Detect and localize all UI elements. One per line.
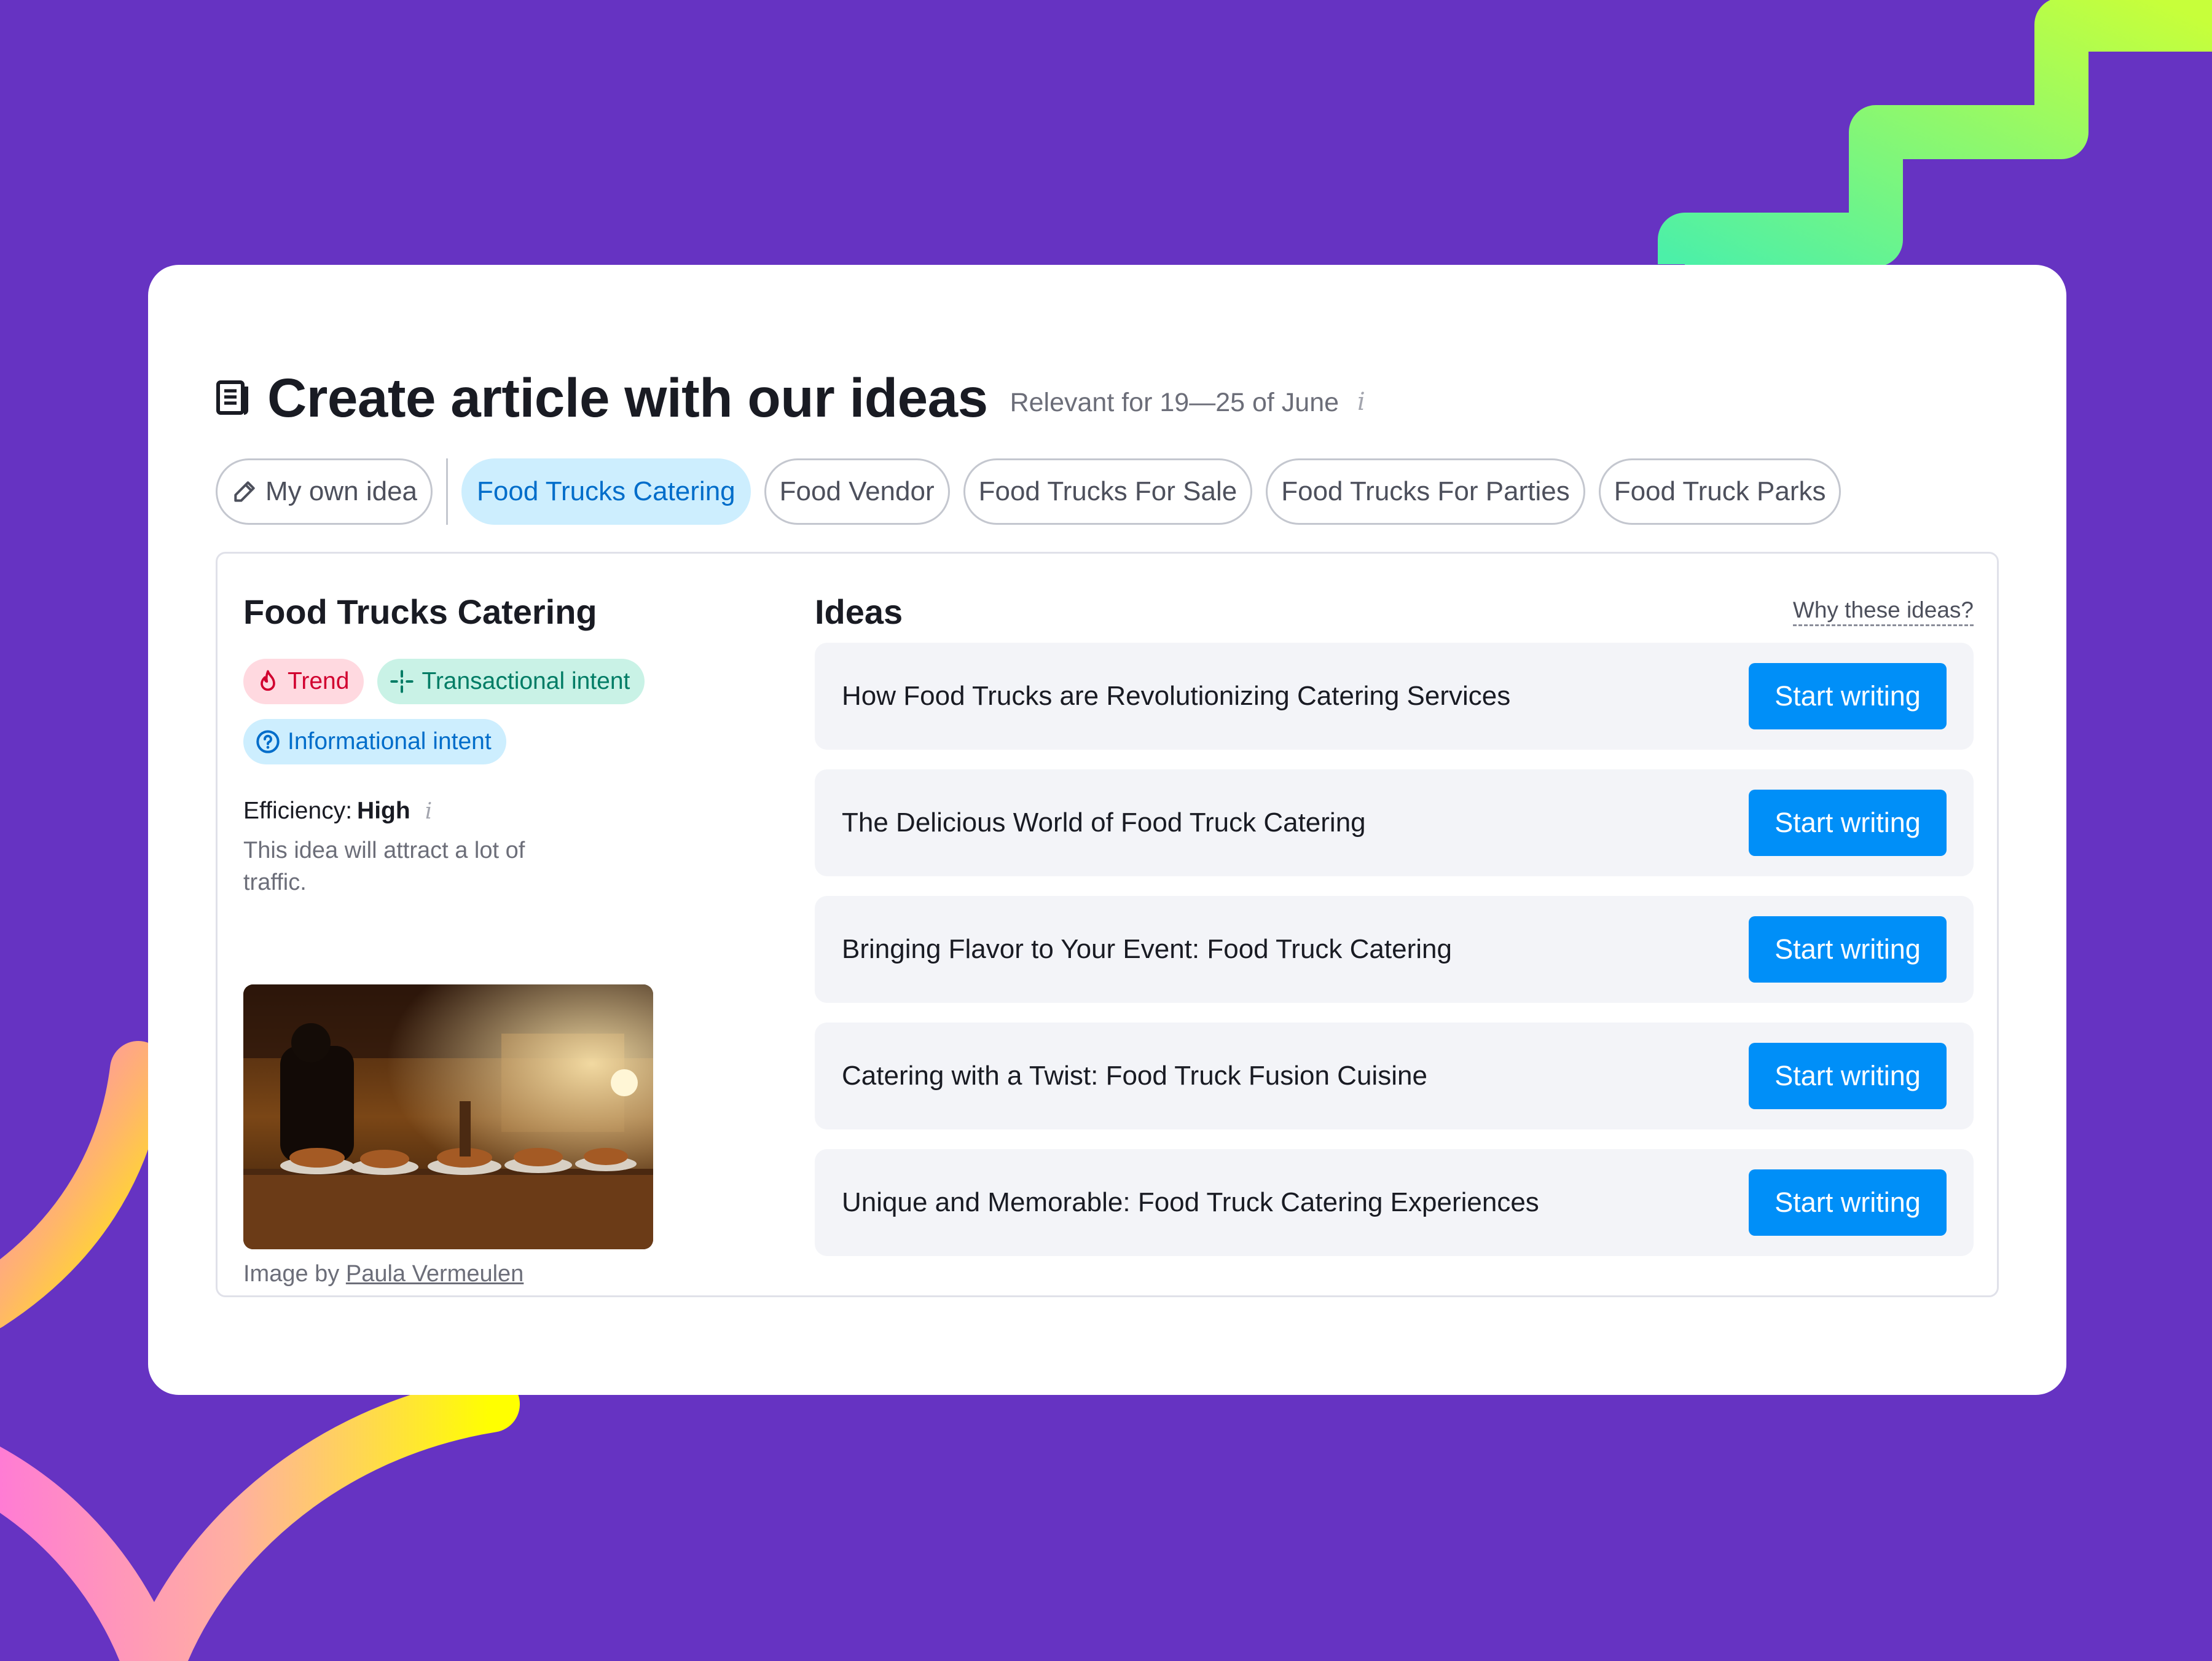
tab-divider xyxy=(446,458,449,525)
ideas-section: Ideas Why these ideas? How Food Trucks a… xyxy=(815,592,1974,1276)
image-credit: Image by Paula Vermeulen xyxy=(243,1261,524,1287)
ideas-panel: Food Trucks Catering Trend Transactional… xyxy=(216,552,1999,1297)
informational-intent-badge: Informational intent xyxy=(243,719,506,764)
tab-food-trucks-for-sale[interactable]: Food Trucks For Sale xyxy=(963,458,1253,525)
tab-label: Food Trucks Catering xyxy=(477,476,735,506)
idea-row: Unique and Memorable: Food Truck Caterin… xyxy=(815,1149,1974,1256)
credit-author-link[interactable]: Paula Vermeulen xyxy=(346,1261,524,1287)
keyword-tabs: My own idea Food Trucks Catering Food Ve… xyxy=(216,458,1854,525)
start-writing-button[interactable]: Start writing xyxy=(1749,663,1947,729)
document-icon xyxy=(216,380,248,415)
start-writing-button[interactable]: Start writing xyxy=(1749,916,1947,983)
tab-label: Food Vendor xyxy=(779,476,935,506)
question-circle-icon xyxy=(256,730,280,753)
create-article-card: Create article with our ideas Relevant f… xyxy=(148,265,2066,1395)
ideas-header: Ideas Why these ideas? xyxy=(815,592,1974,632)
efficiency-description: This idea will attract a lot of traffic. xyxy=(243,838,525,895)
idea-title: Bringing Flavor to Your Event: Food Truc… xyxy=(842,934,1452,964)
efficiency-label: Efficiency: xyxy=(243,798,353,824)
idea-title: How Food Trucks are Revolutionizing Cate… xyxy=(842,681,1511,711)
tab-food-trucks-for-parties[interactable]: Food Trucks For Parties xyxy=(1266,458,1585,525)
why-these-ideas-link[interactable]: Why these ideas? xyxy=(1792,597,1974,626)
info-icon[interactable]: i xyxy=(425,799,433,824)
idea-title: Catering with a Twist: Food Truck Fusion… xyxy=(842,1061,1427,1091)
tab-food-vendor[interactable]: Food Vendor xyxy=(764,458,950,525)
pencil-icon xyxy=(234,481,255,502)
info-icon[interactable]: i xyxy=(1357,388,1365,416)
idea-list: How Food Trucks are Revolutionizing Cate… xyxy=(815,643,1974,1256)
tab-food-trucks-catering[interactable]: Food Trucks Catering xyxy=(461,458,751,525)
swirl-decoration-left xyxy=(0,1041,167,1329)
page-title: Create article with our ideas xyxy=(267,367,988,428)
start-writing-button[interactable]: Start writing xyxy=(1749,790,1947,856)
keyword-title: Food Trucks Catering xyxy=(243,592,597,631)
tab-my-own-idea[interactable]: My own idea xyxy=(216,458,433,525)
crosshair-icon xyxy=(390,670,414,693)
idea-row: Catering with a Twist: Food Truck Fusion… xyxy=(815,1023,1974,1129)
stair-decoration xyxy=(1658,0,2212,267)
badge-label: Transactional intent xyxy=(422,668,630,694)
ideas-title: Ideas xyxy=(815,592,903,631)
tab-label: Food Truck Parks xyxy=(1614,476,1826,506)
flame-icon xyxy=(261,670,275,691)
idea-row: Bringing Flavor to Your Event: Food Truc… xyxy=(815,896,1974,1003)
start-writing-button[interactable]: Start writing xyxy=(1749,1169,1947,1236)
tab-label: Food Trucks For Parties xyxy=(1281,476,1570,506)
food-truck-photo xyxy=(243,984,653,1249)
start-writing-button[interactable]: Start writing xyxy=(1749,1043,1947,1109)
card-header: Create article with our ideas Relevant f… xyxy=(216,366,1365,430)
relevance-period: Relevant for 19—25 of June xyxy=(1010,388,1339,417)
idea-title: The Delicious World of Food Truck Cateri… xyxy=(842,807,1366,838)
idea-title: Unique and Memorable: Food Truck Caterin… xyxy=(842,1187,1539,1217)
transactional-intent-badge: Transactional intent xyxy=(377,659,645,704)
efficiency-value: High xyxy=(357,798,410,824)
tab-label: My own idea xyxy=(265,476,418,506)
badge-label: Informational intent xyxy=(288,728,492,755)
intent-badges: Trend Transactional intent Informational… xyxy=(243,659,710,779)
efficiency-row: Efficiency: High i xyxy=(243,798,735,825)
trend-badge: Trend xyxy=(243,659,364,704)
tab-food-truck-parks[interactable]: Food Truck Parks xyxy=(1598,458,1841,525)
idea-row: How Food Trucks are Revolutionizing Cate… xyxy=(815,643,1974,750)
swirl-decoration-bottom xyxy=(0,1376,520,1661)
tab-label: Food Trucks For Sale xyxy=(978,476,1237,506)
keyword-details: Food Trucks Catering Trend Transactional… xyxy=(243,592,735,1287)
badge-label: Trend xyxy=(288,668,350,694)
credit-prefix: Image by xyxy=(243,1261,340,1287)
idea-row: The Delicious World of Food Truck Cateri… xyxy=(815,769,1974,876)
